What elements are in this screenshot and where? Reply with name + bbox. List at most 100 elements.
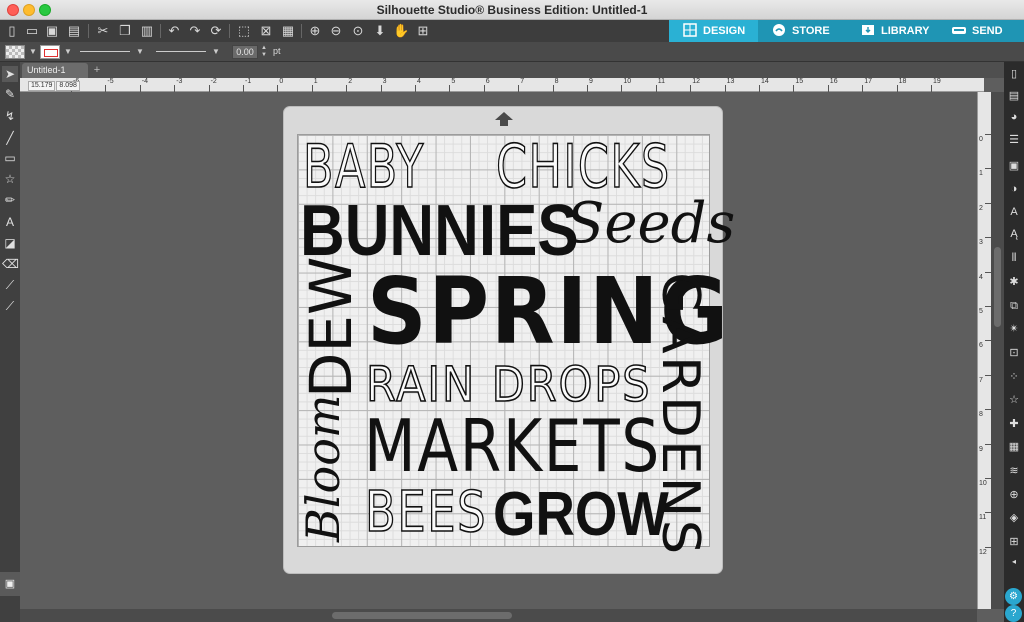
scroll-thumb[interactable] — [332, 612, 512, 619]
word-grow[interactable]: GROW — [493, 484, 669, 546]
move-down-icon[interactable]: ⬇ — [372, 23, 388, 39]
horizontal-scrollbar[interactable] — [20, 609, 977, 622]
tab-send[interactable]: SEND — [938, 20, 1024, 42]
save-icon[interactable]: ▣ — [44, 23, 60, 39]
layers-icon[interactable]: ◈ — [1006, 510, 1022, 526]
line-tool-icon[interactable]: ╱ — [2, 130, 18, 146]
page-fit-icon[interactable]: ⊞ — [415, 23, 431, 39]
trace-icon[interactable]: ⁘ — [1006, 369, 1022, 385]
help-icon[interactable]: ? — [1005, 605, 1022, 622]
fill-color-swatch[interactable] — [5, 45, 25, 59]
open-folder-icon[interactable]: ▭ — [24, 23, 40, 39]
document-tab[interactable]: Untitled-1 — [22, 63, 88, 78]
word-seeds[interactable]: Seeds — [566, 196, 735, 252]
settings-gear-icon[interactable]: ⚙ — [1005, 588, 1022, 605]
select-all-icon[interactable]: ⬚ — [236, 23, 252, 39]
ruler-tick — [896, 85, 898, 92]
chevron-down-icon[interactable]: ▼ — [29, 45, 37, 59]
ruler-tick — [105, 85, 107, 92]
tab-design[interactable]: DESIGN — [669, 20, 758, 42]
ruler-tick — [724, 85, 726, 92]
new-file-icon[interactable]: ▯ — [4, 23, 20, 39]
image-effects-icon[interactable]: ▣ — [1006, 158, 1022, 174]
ruler-tick-label: 12 — [692, 78, 700, 85]
text-tool-icon[interactable]: A — [2, 214, 18, 230]
line-style-icon[interactable]: ☰ — [1006, 132, 1022, 148]
add-tab-button[interactable]: + — [91, 64, 103, 76]
vertical-scrollbar[interactable] — [991, 92, 1004, 609]
knife-tool-icon[interactable]: ⟋ — [2, 277, 18, 293]
ruler-tick — [311, 85, 313, 92]
cut-icon[interactable]: ✂ — [95, 23, 111, 39]
chevron-down-icon[interactable]: ▼ — [64, 45, 72, 59]
word-bees[interactable]: BEES — [364, 484, 487, 542]
ruler-tick-label: 15 — [795, 78, 804, 85]
pix-scan-icon[interactable]: ⊞ — [1006, 534, 1022, 550]
chevron-down-icon[interactable]: ▼ — [212, 45, 220, 59]
send-to-back-icon[interactable]: ▤ — [1006, 88, 1022, 104]
select-arrow-icon[interactable]: ➤ — [2, 66, 18, 82]
pencil-tool-icon[interactable]: ✏ — [2, 192, 18, 208]
word-dew[interactable]: DEW — [297, 257, 365, 398]
transform-icon[interactable]: ✱ — [1006, 274, 1022, 290]
pan-hand-icon[interactable]: ✋ — [393, 23, 409, 39]
line-color-swatch[interactable] — [40, 45, 60, 59]
copy-icon[interactable]: ❐ — [117, 23, 133, 39]
word-bloom[interactable]: Bloom — [296, 394, 350, 542]
chevron-down-icon[interactable]: ◂ — [1006, 554, 1022, 570]
ruler-tick-label: 19 — [933, 78, 941, 85]
tab-store[interactable]: STORE — [758, 20, 847, 42]
delete-icon[interactable]: ▦ — [280, 23, 296, 39]
ruler-tick-label: 3 — [382, 78, 387, 85]
word-rain-drops[interactable]: RAIN DROPS — [365, 360, 651, 410]
nest-icon[interactable]: ▦ — [1006, 439, 1022, 455]
chevron-down-icon[interactable]: ▼ — [136, 45, 144, 59]
ruler-tick-label: 1 — [313, 78, 318, 85]
zoom-fit-icon[interactable]: ⊙ — [350, 23, 366, 39]
line-end-select[interactable] — [156, 51, 206, 52]
point-edit-icon[interactable]: ✎ — [2, 86, 18, 102]
fill-tool-icon[interactable]: ◪ — [2, 235, 18, 251]
ruler-tick — [587, 85, 588, 92]
eraser-tool-icon[interactable]: ⌫ — [2, 256, 19, 272]
ruler-tick — [655, 85, 657, 92]
ruler-tick-label: 6 — [979, 342, 983, 350]
rhinestone-icon[interactable]: ≋ — [1006, 463, 1022, 479]
contrast-icon[interactable]: ◑ — [1006, 181, 1022, 197]
line-style-select[interactable] — [80, 51, 130, 52]
rectangle-tool-icon[interactable]: ▭ — [2, 150, 18, 166]
deselect-icon[interactable]: ⊠ — [258, 23, 274, 39]
ruler-tick — [277, 85, 279, 92]
zoom-in-icon[interactable]: ⊕ — [307, 23, 323, 39]
library-panel-icon[interactable]: ▣ — [0, 572, 20, 596]
offset-icon[interactable]: ⊡ — [1006, 345, 1022, 361]
ruler-tick — [759, 85, 760, 92]
line-width-input[interactable]: 0.00 — [232, 45, 258, 59]
eyedropper-tool-icon[interactable]: ⟋ — [2, 298, 18, 314]
undo-icon[interactable]: ↶ — [166, 23, 182, 39]
modify-icon[interactable]: ✴ — [1006, 321, 1022, 337]
sketch-icon[interactable]: ☆ — [1006, 392, 1022, 408]
redo-icon[interactable]: ↷ — [187, 23, 203, 39]
ruler-tick — [621, 85, 623, 92]
page-setup-icon[interactable]: ▯ — [1006, 66, 1022, 82]
star-tool-icon[interactable]: ☆ — [2, 171, 18, 187]
redraw-icon[interactable]: ⟳ — [208, 23, 224, 39]
paste-icon[interactable]: ▥ — [139, 23, 155, 39]
replicate-icon[interactable]: ⧉ — [1006, 298, 1022, 314]
tab-library[interactable]: LIBRARY — [847, 20, 938, 42]
print-icon[interactable]: ▤ — [66, 23, 82, 39]
zoom-out-icon[interactable]: ⊖ — [328, 23, 344, 39]
align-icon[interactable]: ⫴ — [1006, 250, 1022, 266]
puzzle-icon[interactable]: ✚ — [1006, 416, 1022, 432]
text-style-icon[interactable]: A — [1006, 204, 1022, 220]
text-path-icon[interactable]: Ą — [1006, 226, 1022, 242]
word-markets[interactable]: MARKETS — [364, 410, 661, 482]
line-width-stepper[interactable]: ▲ ▼ — [260, 45, 268, 59]
emboss-icon[interactable]: ⊕ — [1006, 487, 1022, 503]
lasso-icon[interactable]: ↯ — [2, 108, 18, 124]
scroll-thumb[interactable] — [994, 247, 1001, 327]
fill-palette-icon[interactable]: ◕ — [1006, 109, 1022, 125]
word-chicks[interactable]: CHICKS — [495, 136, 671, 198]
word-baby[interactable]: BABY — [302, 136, 425, 198]
